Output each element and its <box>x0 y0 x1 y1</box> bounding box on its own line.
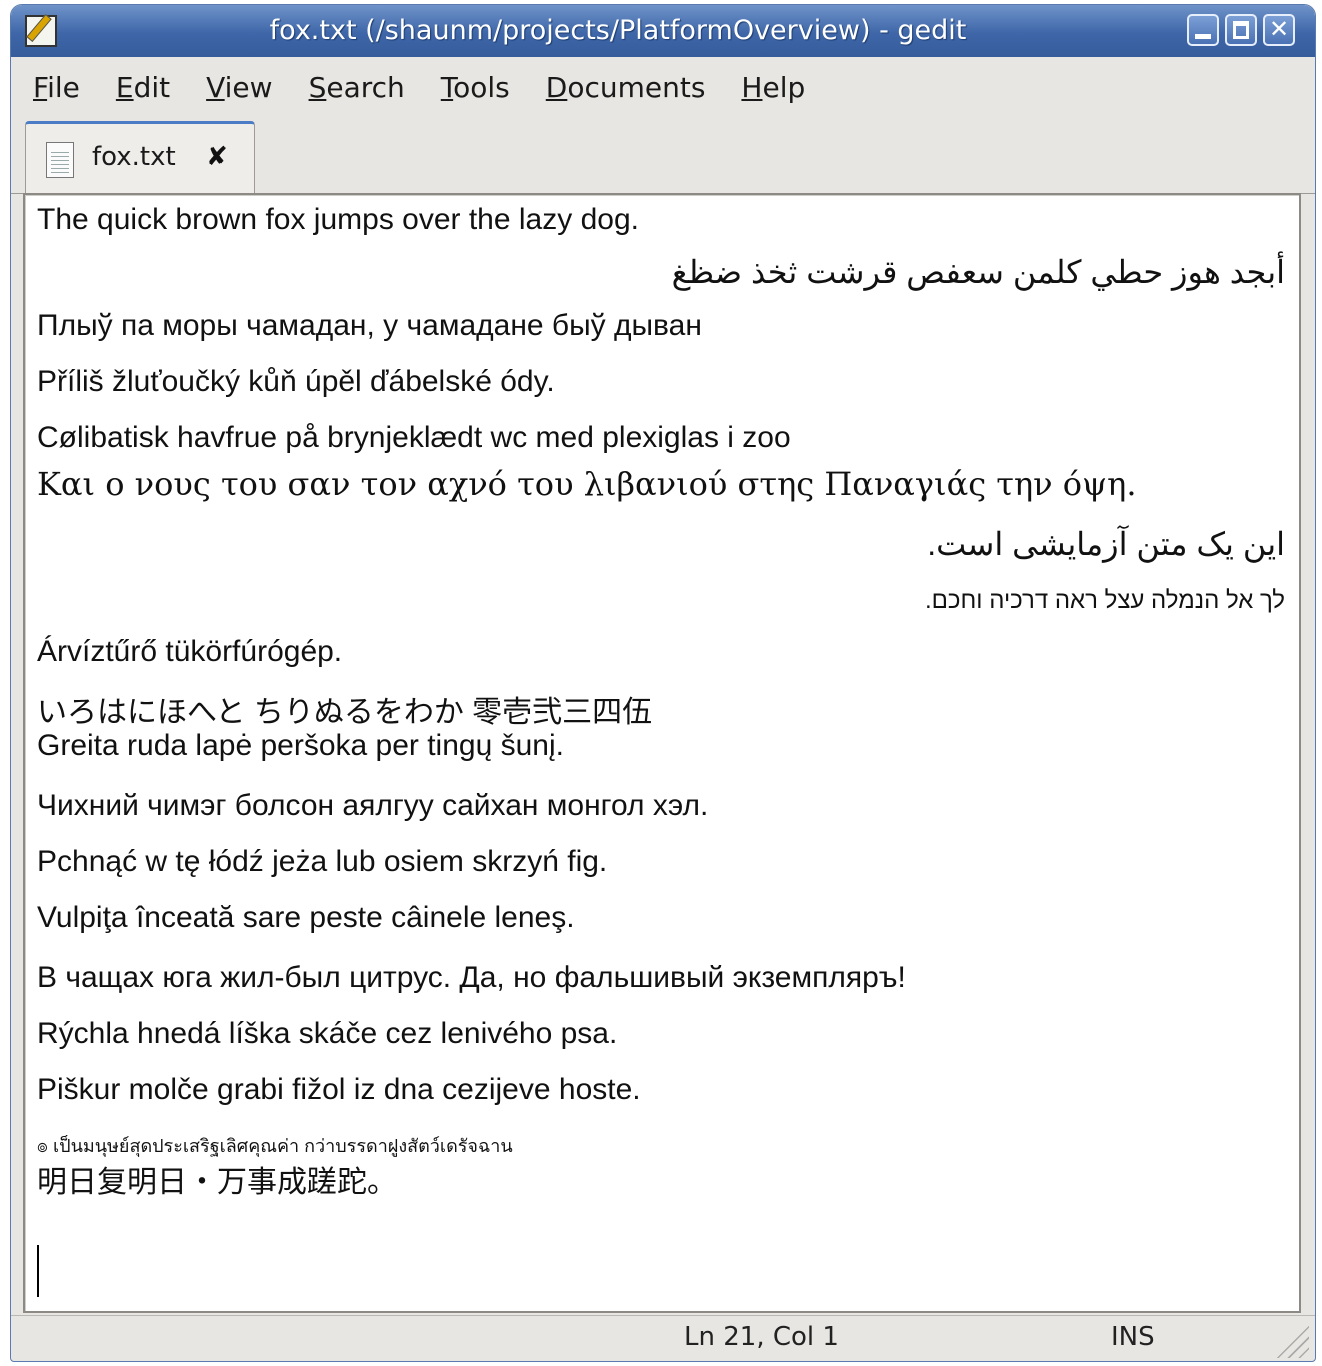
menu-help-label: elp <box>762 70 806 104</box>
text-line: 明日复明日・万事成蹉跎。 <box>37 1166 397 1199</box>
text-line: ๏ เป็นมนุษย์สุดประเสริฐเลิศคุณค่า กว่าบร… <box>37 1136 513 1156</box>
menu-tools[interactable]: Tools <box>441 71 510 104</box>
text-line: Pchnąć w tę łódź jeża lub osiem skrzyń f… <box>37 845 608 878</box>
text-line: Плыў па моры чамадан, у чамадане быў дыв… <box>37 309 702 342</box>
menu-file-label: ile <box>47 70 80 104</box>
window-title: fox.txt (/shaunm/projects/PlatformOvervi… <box>269 15 967 46</box>
menu-help-mnemonic: H <box>741 70 763 104</box>
gedit-notepad-icon[interactable] <box>25 15 57 47</box>
text-line: این یک متن آزمایشی است. <box>927 526 1285 562</box>
minimize-icon <box>1195 34 1211 39</box>
maximize-button[interactable] <box>1225 14 1257 46</box>
text-document-icon <box>46 142 74 178</box>
text-line: В чащах юга жил-был цитрус. Да, но фальш… <box>37 961 906 994</box>
text-line: Vulpiţa înceată sare peste câinele leneş… <box>37 901 575 934</box>
menu-file-mnemonic: F <box>33 70 48 104</box>
menu-documents[interactable]: Documents <box>546 71 706 104</box>
text-line: The quick brown fox jumps over the lazy … <box>37 203 639 236</box>
menu-view-label: iew <box>224 70 273 104</box>
text-line: Και ο νους του σαν τον αχνό του λιβανιού… <box>37 465 1137 503</box>
menu-search[interactable]: Search <box>309 71 405 104</box>
menu-tools-label: ools <box>453 70 510 104</box>
text-line: לך אל הנמלה עצל ראה דרכיה וחכם. <box>924 587 1285 614</box>
resize-grip-icon[interactable] <box>1273 1322 1309 1358</box>
text-line: Příliš žluťoučký kůň úpěl ďábelské ódy. <box>37 365 555 398</box>
menu-edit[interactable]: Edit <box>116 71 170 104</box>
menu-help[interactable]: Help <box>741 71 805 104</box>
close-icon: ✕ <box>1268 15 1290 43</box>
text-line: いろはにほへと ちりぬるをわか 零壱弐三四伍 <box>37 696 653 729</box>
text-line: Árvíztűrő tükörfúrógép. <box>37 635 343 668</box>
tab-fox-txt[interactable]: fox.txt ✘ <box>25 121 255 193</box>
status-bar: Ln 21, Col 1 INS <box>11 1315 1315 1361</box>
menu-view[interactable]: View <box>206 71 272 104</box>
menu-tools-mnemonic: T <box>440 70 454 104</box>
text-cursor <box>37 1245 39 1297</box>
title-bar[interactable]: fox.txt (/shaunm/projects/PlatformOvervi… <box>11 5 1315 57</box>
text-line: أبجد هوز حطي كلمن سعفص قرشت ثخذ ضظغ <box>671 254 1285 290</box>
cursor-position: Ln 21, Col 1 <box>684 1322 839 1352</box>
gedit-window: fox.txt (/shaunm/projects/PlatformOvervi… <box>10 4 1316 1362</box>
menu-search-label: earch <box>326 70 405 104</box>
menu-edit-label: dit <box>133 70 171 104</box>
close-window-button[interactable]: ✕ <box>1263 14 1295 46</box>
tab-label: fox.txt <box>92 142 176 172</box>
text-editor[interactable]: The quick brown fox jumps over the lazy … <box>23 193 1301 1313</box>
menu-view-mnemonic: V <box>206 70 225 104</box>
text-line: Greita ruda lapė peršoka per tingų šunį. <box>37 729 564 762</box>
text-line: Rýchla hnedá líška skáče cez lenivého ps… <box>37 1017 618 1050</box>
menu-file[interactable]: File <box>33 71 80 104</box>
insert-mode: INS <box>1111 1322 1155 1352</box>
menu-documents-label: ocuments <box>567 70 706 104</box>
tab-close-icon[interactable]: ✘ <box>206 142 228 172</box>
menu-edit-mnemonic: E <box>115 70 134 104</box>
document-tabs: fox.txt ✘ <box>11 115 1315 194</box>
maximize-icon <box>1233 21 1249 39</box>
menu-search-mnemonic: S <box>308 70 327 104</box>
menu-bar: File Edit View Search Tools Documents He… <box>11 59 1315 115</box>
text-line: Piškur molče grabi fižol iz dna cezijeve… <box>37 1073 641 1106</box>
text-line: Cølibatisk havfrue på brynjeklædt wc med… <box>37 421 791 454</box>
text-line: Чихний чимэг болсон аялгуу сайхан монгол… <box>37 789 709 822</box>
menu-documents-mnemonic: D <box>545 70 568 104</box>
minimize-button[interactable] <box>1187 14 1219 46</box>
